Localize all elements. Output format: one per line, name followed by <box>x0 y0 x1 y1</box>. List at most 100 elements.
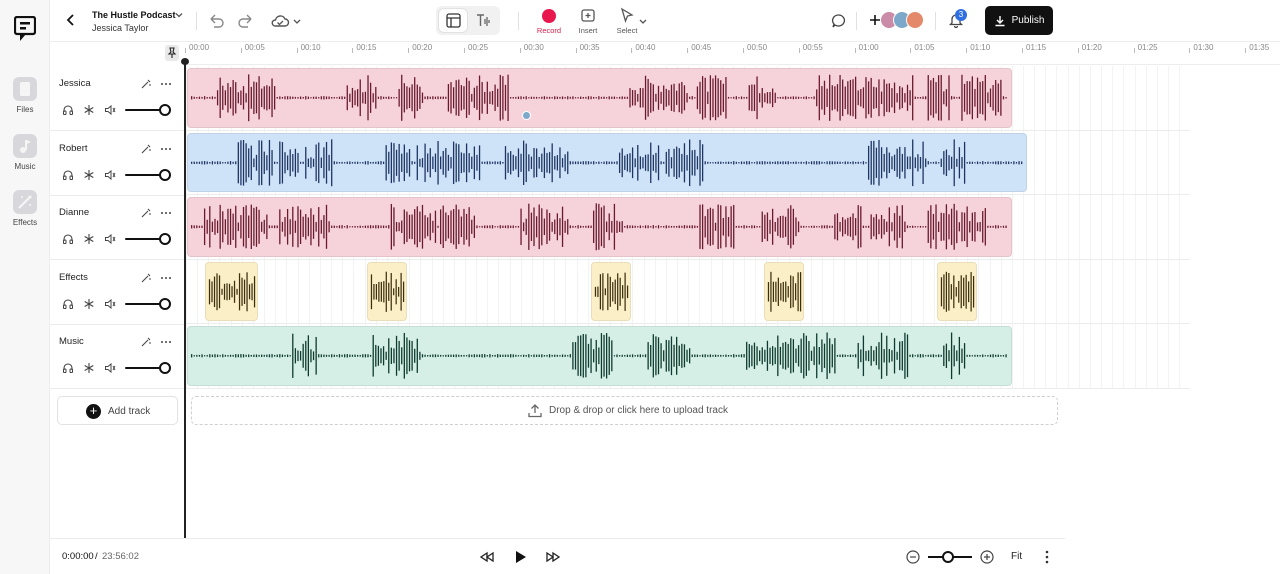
audio-clip[interactable] <box>764 261 804 322</box>
redo-icon[interactable] <box>237 12 255 30</box>
waveform-view-button[interactable] <box>469 9 497 32</box>
play-icon[interactable] <box>511 548 529 566</box>
chevron-down-icon[interactable] <box>638 14 648 32</box>
rewind-icon[interactable] <box>478 548 496 566</box>
volume-icon[interactable] <box>104 169 116 181</box>
audio-clip[interactable] <box>937 261 977 322</box>
ruler-tick: 00:20 <box>408 43 433 53</box>
back-arrow-icon[interactable] <box>64 13 78 27</box>
sidebar-item-music[interactable]: Music <box>0 134 50 171</box>
audio-clip[interactable] <box>187 197 1012 257</box>
upload-label: Drop & drop or click here to upload trac… <box>549 405 728 416</box>
cloud-save-icon[interactable] <box>270 12 290 30</box>
more-horizontal-icon[interactable] <box>160 336 172 348</box>
snowflake-icon[interactable] <box>83 104 95 116</box>
snap-pin-button[interactable] <box>165 45 179 61</box>
track-name[interactable]: Dianne <box>59 207 89 218</box>
playhead[interactable] <box>184 60 186 574</box>
magic-wand-icon <box>13 190 37 214</box>
volume-slider-handle[interactable] <box>159 233 171 246</box>
track-name[interactable]: Jessica <box>59 78 91 89</box>
snowflake-icon[interactable] <box>83 233 95 245</box>
playhead-handle[interactable] <box>180 58 189 65</box>
fit-button[interactable]: Fit <box>1011 551 1022 562</box>
time-separator: / <box>95 551 98 562</box>
upload-icon <box>528 404 542 418</box>
upload-dropzone[interactable]: Drop & drop or click here to upload trac… <box>191 396 1058 425</box>
chevron-down-icon[interactable] <box>292 12 302 30</box>
more-horizontal-icon[interactable] <box>160 78 172 90</box>
ruler-tick: 01:30 <box>1189 43 1214 53</box>
record-label: Record <box>536 26 562 35</box>
snowflake-icon[interactable] <box>83 362 95 374</box>
comment-icon[interactable] <box>830 12 848 30</box>
publish-button[interactable]: Publish <box>985 6 1053 35</box>
auto-enhance-icon[interactable] <box>140 207 152 219</box>
track-name[interactable]: Music <box>59 336 84 347</box>
record-button[interactable]: Record <box>529 7 569 35</box>
timeline-lanes[interactable] <box>186 66 1190 389</box>
volume-icon[interactable] <box>104 298 116 310</box>
comment-avatar-marker[interactable] <box>522 111 531 120</box>
audio-clip[interactable] <box>591 261 631 322</box>
track-name[interactable]: Effects <box>59 272 88 283</box>
more-horizontal-icon[interactable] <box>160 143 172 155</box>
avatar <box>906 11 924 29</box>
headphones-icon[interactable] <box>62 298 74 310</box>
audio-clip[interactable] <box>205 261 258 322</box>
auto-enhance-icon[interactable] <box>140 336 152 348</box>
waveform-text-icon <box>477 14 490 26</box>
waveform <box>370 271 405 312</box>
fast-forward-icon[interactable] <box>544 548 562 566</box>
sidebar-item-effects[interactable]: Effects <box>0 190 50 227</box>
ruler-tick: 01:35 <box>1245 43 1270 53</box>
zoom-slider-handle[interactable] <box>942 551 954 563</box>
zoom-in-icon[interactable] <box>978 548 996 566</box>
track-lane[interactable] <box>186 260 1190 325</box>
timeline-view-button[interactable] <box>439 9 467 32</box>
more-horizontal-icon[interactable] <box>160 207 172 219</box>
audio-clip[interactable] <box>367 261 407 322</box>
volume-slider-handle[interactable] <box>159 168 171 181</box>
chevron-down-icon[interactable] <box>174 10 184 20</box>
more-vertical-icon[interactable] <box>1038 548 1056 566</box>
undo-icon[interactable] <box>207 12 225 30</box>
add-track-button[interactable]: + Add track <box>57 396 178 425</box>
insert-button[interactable]: Insert <box>568 7 608 35</box>
ruler-tick: 00:40 <box>631 43 656 53</box>
volume-slider-handle[interactable] <box>159 362 171 375</box>
auto-enhance-icon[interactable] <box>140 78 152 90</box>
insert-label: Insert <box>578 26 598 35</box>
timeline-ruler[interactable]: 00:00 00:05 00:10 00:15 00:20 00:25 00:30 00:35… <box>184 43 1280 65</box>
volume-icon[interactable] <box>104 362 116 374</box>
snowflake-icon[interactable] <box>83 298 95 310</box>
ruler-tick: 01:10 <box>966 43 991 53</box>
zoom-out-icon[interactable] <box>904 548 922 566</box>
volume-icon[interactable] <box>104 233 116 245</box>
ruler-tick: 00:35 <box>575 43 600 53</box>
volume-slider-handle[interactable] <box>159 297 171 310</box>
volume-slider-handle[interactable] <box>159 104 171 116</box>
volume-icon[interactable] <box>104 104 116 116</box>
ruler-tick: 00:05 <box>240 43 265 53</box>
sidebar-item-files[interactable]: Files <box>0 77 50 114</box>
headphones-icon[interactable] <box>62 233 74 245</box>
headphones-icon[interactable] <box>62 169 74 181</box>
more-horizontal-icon[interactable] <box>160 272 172 284</box>
left-rail: Files Music Effects <box>0 0 50 574</box>
auto-enhance-icon[interactable] <box>140 143 152 155</box>
record-icon <box>542 9 556 23</box>
headphones-icon[interactable] <box>62 104 74 116</box>
headphones-icon[interactable] <box>62 362 74 374</box>
snowflake-icon[interactable] <box>83 169 95 181</box>
ruler-tick: 00:15 <box>352 43 377 53</box>
audio-clip[interactable] <box>187 132 1027 193</box>
audio-clip[interactable] <box>187 326 1012 386</box>
app-logo-icon[interactable] <box>14 16 36 42</box>
auto-enhance-icon[interactable] <box>140 272 152 284</box>
audio-clip[interactable] <box>187 68 1012 128</box>
layout-icon <box>446 13 461 28</box>
project-title[interactable]: The Hustle Podcast <box>92 10 176 20</box>
track-controls-jessica: Jessica <box>50 66 184 131</box>
track-name[interactable]: Robert <box>59 143 88 154</box>
